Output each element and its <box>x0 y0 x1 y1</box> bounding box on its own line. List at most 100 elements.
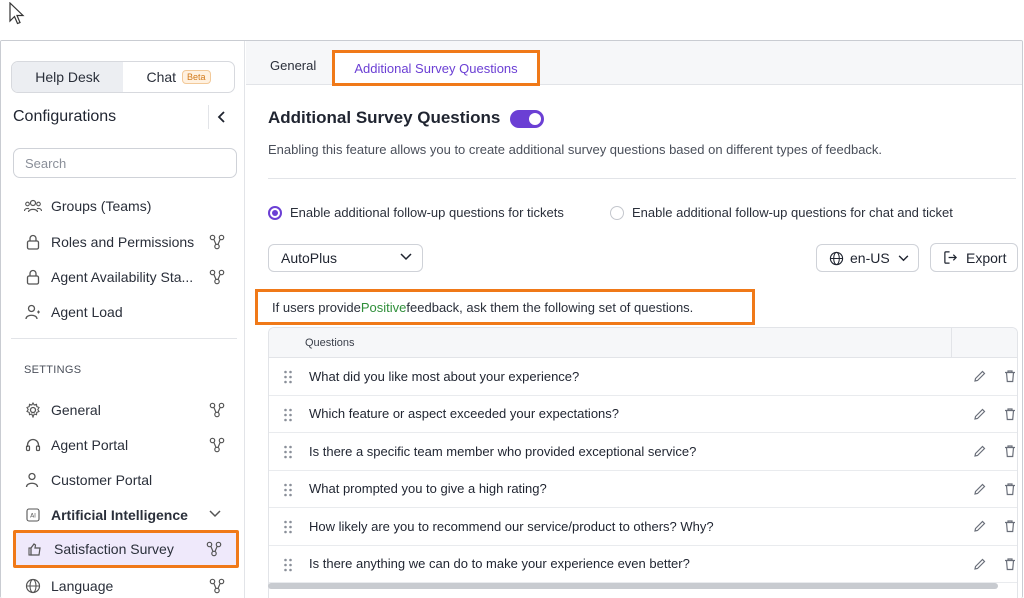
users-icon <box>23 196 43 216</box>
lock-icon <box>23 232 43 252</box>
hierarchy-icon <box>209 402 225 418</box>
sidebar-item-label: Agent Portal <box>51 437 129 453</box>
question-text: How likely are you to recommend our serv… <box>309 518 714 534</box>
tab-general[interactable]: General <box>270 58 316 73</box>
trash-icon[interactable] <box>1003 557 1017 571</box>
question-text: What did you like most about your experi… <box>309 368 580 384</box>
help-desk-tab[interactable]: Help Desk <box>12 62 123 92</box>
sidebar-item-agent-availability[interactable]: Agent Availability Sta... <box>13 262 237 292</box>
questions-table: Questions What did you like most about y… <box>268 327 1018 598</box>
sidebar-divider <box>11 338 237 339</box>
drag-handle-icon[interactable] <box>283 483 293 497</box>
chevron-down-icon <box>898 254 909 261</box>
sidebar-search-input[interactable]: Search <box>13 148 237 178</box>
svg-text:AI: AI <box>30 513 36 520</box>
feature-toggle[interactable] <box>510 110 544 128</box>
edit-icon[interactable] <box>973 557 987 571</box>
export-button[interactable]: Export <box>930 243 1018 272</box>
table-row: Which feature or aspect exceeded your ex… <box>269 396 1017 433</box>
feature-description: Enabling this feature allows you to crea… <box>268 142 883 157</box>
chevron-down-icon <box>209 510 221 518</box>
edit-icon[interactable] <box>973 444 987 458</box>
section-divider <box>268 178 1016 179</box>
horizontal-scrollbar[interactable] <box>268 583 998 589</box>
trash-icon[interactable] <box>1003 369 1017 383</box>
sidebar-item-label: Agent Availability Sta... <box>51 269 194 285</box>
sidebar-item-agent-load[interactable]: Agent Load <box>13 297 237 327</box>
gear-icon <box>23 400 43 420</box>
ai-icon: AI <box>23 505 43 525</box>
trash-icon[interactable] <box>1003 519 1017 533</box>
sidebar-item-label: Artificial Intelligence <box>51 507 188 523</box>
hierarchy-icon <box>209 269 225 285</box>
sidebar-item-label: Customer Portal <box>51 472 153 488</box>
radio-selected-icon <box>268 205 282 220</box>
lock-icon <box>23 267 43 287</box>
drag-handle-icon[interactable] <box>283 370 293 384</box>
radio-chat-and-ticket[interactable]: Enable additional follow-up questions fo… <box>610 205 953 220</box>
sidebar-item-label: Language <box>51 578 114 594</box>
sidebar-item-label: Satisfaction Survey <box>54 541 174 557</box>
hierarchy-icon <box>209 437 225 453</box>
export-icon <box>944 251 957 264</box>
radio-tickets[interactable]: Enable additional follow-up questions fo… <box>268 205 564 220</box>
chat-tab[interactable]: Chat Beta <box>123 62 234 92</box>
edit-icon[interactable] <box>973 482 987 496</box>
table-row: Is there anything we can do to make your… <box>269 546 1017 583</box>
sidebar-item-artificial-intelligence[interactable]: AI Artificial Intelligence <box>13 500 237 530</box>
collapse-sidebar-button[interactable] <box>208 105 234 129</box>
edit-icon[interactable] <box>973 407 987 421</box>
sidebar-item-language[interactable]: Language <box>13 571 237 598</box>
sidebar-item-roles[interactable]: Roles and Permissions <box>13 227 237 257</box>
question-text: Is there anything we can do to make your… <box>309 556 690 572</box>
drag-handle-icon[interactable] <box>283 558 293 572</box>
sidebar-item-label: Groups (Teams) <box>51 198 152 214</box>
page-title: Additional Survey Questions <box>268 108 501 127</box>
mouse-cursor-icon <box>9 2 25 25</box>
feedback-callout: If users provide Positive feedback, ask … <box>255 289 755 325</box>
language-select-value: en-US <box>850 250 890 266</box>
radio-unselected-icon <box>610 205 624 220</box>
main-panel: General Additional Survey Questions Addi… <box>246 41 1022 598</box>
sidebar-item-general[interactable]: General <box>13 395 237 425</box>
beta-badge: Beta <box>182 70 211 84</box>
survey-icon <box>26 539 46 559</box>
sidebar-item-groups[interactable]: Groups (Teams) <box>13 191 237 221</box>
table-row: Is there a specific team member who prov… <box>269 433 1017 471</box>
trash-icon[interactable] <box>1003 482 1017 496</box>
trash-icon[interactable] <box>1003 407 1017 421</box>
radio-label: Enable additional follow-up questions fo… <box>290 205 564 220</box>
sidebar-item-agent-portal[interactable]: Agent Portal <box>13 430 237 460</box>
question-text: Which feature or aspect exceeded your ex… <box>309 406 620 422</box>
column-separator <box>951 328 952 358</box>
chevron-down-icon <box>400 253 412 261</box>
language-select[interactable]: en-US <box>816 244 919 272</box>
drag-handle-icon[interactable] <box>283 408 293 422</box>
mode-switch: Help Desk Chat Beta <box>11 61 235 93</box>
radio-label: Enable additional follow-up questions fo… <box>632 205 953 220</box>
hierarchy-icon <box>209 578 225 594</box>
table-row: How likely are you to recommend our serv… <box>269 508 1017 546</box>
drag-handle-icon[interactable] <box>283 520 293 534</box>
callout-suffix: feedback, ask them the following set of … <box>406 299 694 315</box>
product-select-value: AutoPlus <box>281 250 338 266</box>
user-load-icon <box>23 302 43 322</box>
chevron-left-icon <box>217 111 225 123</box>
edit-icon[interactable] <box>973 369 987 383</box>
edit-icon[interactable] <box>973 519 987 533</box>
sidebar-item-customer-portal[interactable]: Customer Portal <box>13 465 237 495</box>
headset-icon <box>23 435 43 455</box>
sidebar-item-label: Roles and Permissions <box>51 234 195 250</box>
trash-icon[interactable] <box>1003 444 1017 458</box>
tab-additional-survey-questions[interactable]: Additional Survey Questions <box>332 50 540 86</box>
drag-handle-icon[interactable] <box>283 445 293 459</box>
product-select[interactable]: AutoPlus <box>268 244 423 272</box>
question-text: What prompted you to give a high rating? <box>309 481 547 497</box>
question-text: Is there a specific team member who prov… <box>309 443 697 459</box>
globe-icon <box>23 576 43 596</box>
user-icon <box>23 470 43 490</box>
hierarchy-icon <box>206 541 222 557</box>
sidebar-item-satisfaction-survey[interactable]: Satisfaction Survey <box>13 530 239 568</box>
tab-bar: General Additional Survey Questions <box>246 41 1022 86</box>
settings-section-label: SETTINGS <box>24 364 82 376</box>
